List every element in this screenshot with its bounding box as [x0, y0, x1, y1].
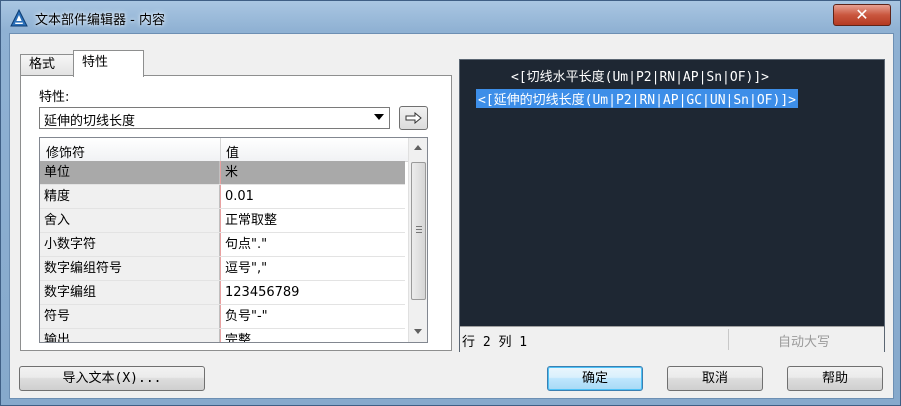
row-value[interactable]: 正常取整 [220, 209, 405, 232]
property-select-value: 延伸的切线长度 [44, 114, 136, 129]
row-value[interactable]: 负号"-" [220, 305, 405, 328]
row-name: 数字编组符号 [40, 257, 220, 280]
row-value[interactable]: 米 [220, 161, 405, 184]
text-editor[interactable]: <[切线水平长度(Um|P2|RN|AP|Sn|OF)]> <[延伸的切线长度(… [459, 59, 885, 352]
close-icon: ✕ [855, 5, 869, 24]
row-value[interactable]: 句点"." [220, 233, 405, 256]
tab-properties[interactable]: 特性 [73, 50, 144, 77]
auto-caps-status: 自动大写 [778, 335, 831, 350]
window-title: 文本部件编辑器 - 内容 [35, 13, 165, 28]
row-name: 舍入 [40, 209, 220, 232]
dialog-client: 格式 特性 特性: 延伸的切线长度 修饰符 值 单位 米 精度 0.01 舍入 … [9, 33, 894, 399]
header-modifier[interactable]: 修饰符 [46, 142, 85, 161]
grid-row-precision[interactable]: 精度 0.01 [40, 185, 405, 209]
row-name: 单位 [40, 161, 220, 184]
dropdown-arrow-icon[interactable] [374, 114, 384, 120]
row-name: 数字编组 [40, 281, 220, 304]
arrow-right-icon [405, 112, 422, 124]
editor-line-2-selected[interactable]: <[延伸的切线长度(Um|P2|RN|AP|GC|UN|Sn|OF)]> [476, 89, 798, 108]
dialog-window: 文本部件编辑器 - 内容 ✕ 格式 特性 特性: 延伸的切线长度 修饰符 值 单… [0, 0, 901, 406]
grid-header: 修饰符 值 [40, 138, 408, 162]
row-value[interactable]: 123456789 [220, 281, 405, 304]
row-value[interactable]: 完整 [220, 329, 405, 342]
editor-line-1[interactable]: <[切线水平长度(Um|P2|RN|AP|Sn|OF)]> [511, 66, 769, 85]
property-select[interactable]: 延伸的切线长度 [39, 107, 390, 129]
modifier-grid[interactable]: 修饰符 值 单位 米 精度 0.01 舍入 正常取整 小数字符 句点"." 数字… [39, 137, 428, 343]
grid-scrollbar[interactable] [408, 138, 427, 342]
scroll-down-icon[interactable] [414, 329, 422, 334]
autocad-logo-icon [10, 9, 28, 27]
properties-panel: 特性: 延伸的切线长度 修饰符 值 单位 米 精度 0.01 舍入 正常取整 小… [20, 75, 452, 351]
grip-line [416, 232, 422, 233]
close-button[interactable]: ✕ [833, 4, 891, 26]
row-value[interactable]: 0.01 [220, 185, 405, 208]
row-name: 精度 [40, 185, 220, 208]
import-text-label: 导入文本(X)... [62, 371, 162, 386]
import-text-button[interactable]: 导入文本(X)... [19, 366, 205, 391]
ok-button[interactable]: 确定 [547, 366, 643, 391]
row-name: 输出 [40, 329, 220, 342]
insert-property-button[interactable] [399, 106, 428, 130]
grid-row-unit[interactable]: 单位 米 [40, 161, 405, 185]
row-name: 符号 [40, 305, 220, 328]
row-name: 小数字符 [40, 233, 220, 256]
grid-row-grouping-symbol[interactable]: 数字编组符号 逗号"," [40, 257, 405, 281]
help-button[interactable]: 帮助 [787, 366, 883, 391]
cancel-button[interactable]: 取消 [667, 366, 763, 391]
grip-line [416, 226, 422, 227]
grip-line [416, 229, 422, 230]
grid-row-rounding[interactable]: 舍入 正常取整 [40, 209, 405, 233]
row-value[interactable]: 逗号"," [220, 257, 405, 280]
header-value[interactable]: 值 [226, 142, 239, 161]
status-divider [728, 329, 729, 350]
header-divider[interactable] [220, 138, 221, 161]
properties-label: 特性: [39, 90, 70, 105]
scroll-up-icon[interactable] [414, 145, 422, 150]
title-bar[interactable]: 文本部件编辑器 - 内容 ✕ [1, 1, 900, 33]
grid-row-decimal-char[interactable]: 小数字符 句点"." [40, 233, 405, 257]
editor-status-bar: 行 2 列 1 自动大写 [460, 326, 884, 352]
grid-row-output[interactable]: 输出 完整 [40, 329, 405, 342]
cursor-position: 行 2 列 1 [462, 335, 528, 350]
grid-row-sign[interactable]: 符号 负号"-" [40, 305, 405, 329]
tab-format[interactable]: 格式 [20, 54, 74, 76]
scrollbar-thumb[interactable] [411, 162, 426, 300]
grid-row-digit-grouping[interactable]: 数字编组 123456789 [40, 281, 405, 305]
